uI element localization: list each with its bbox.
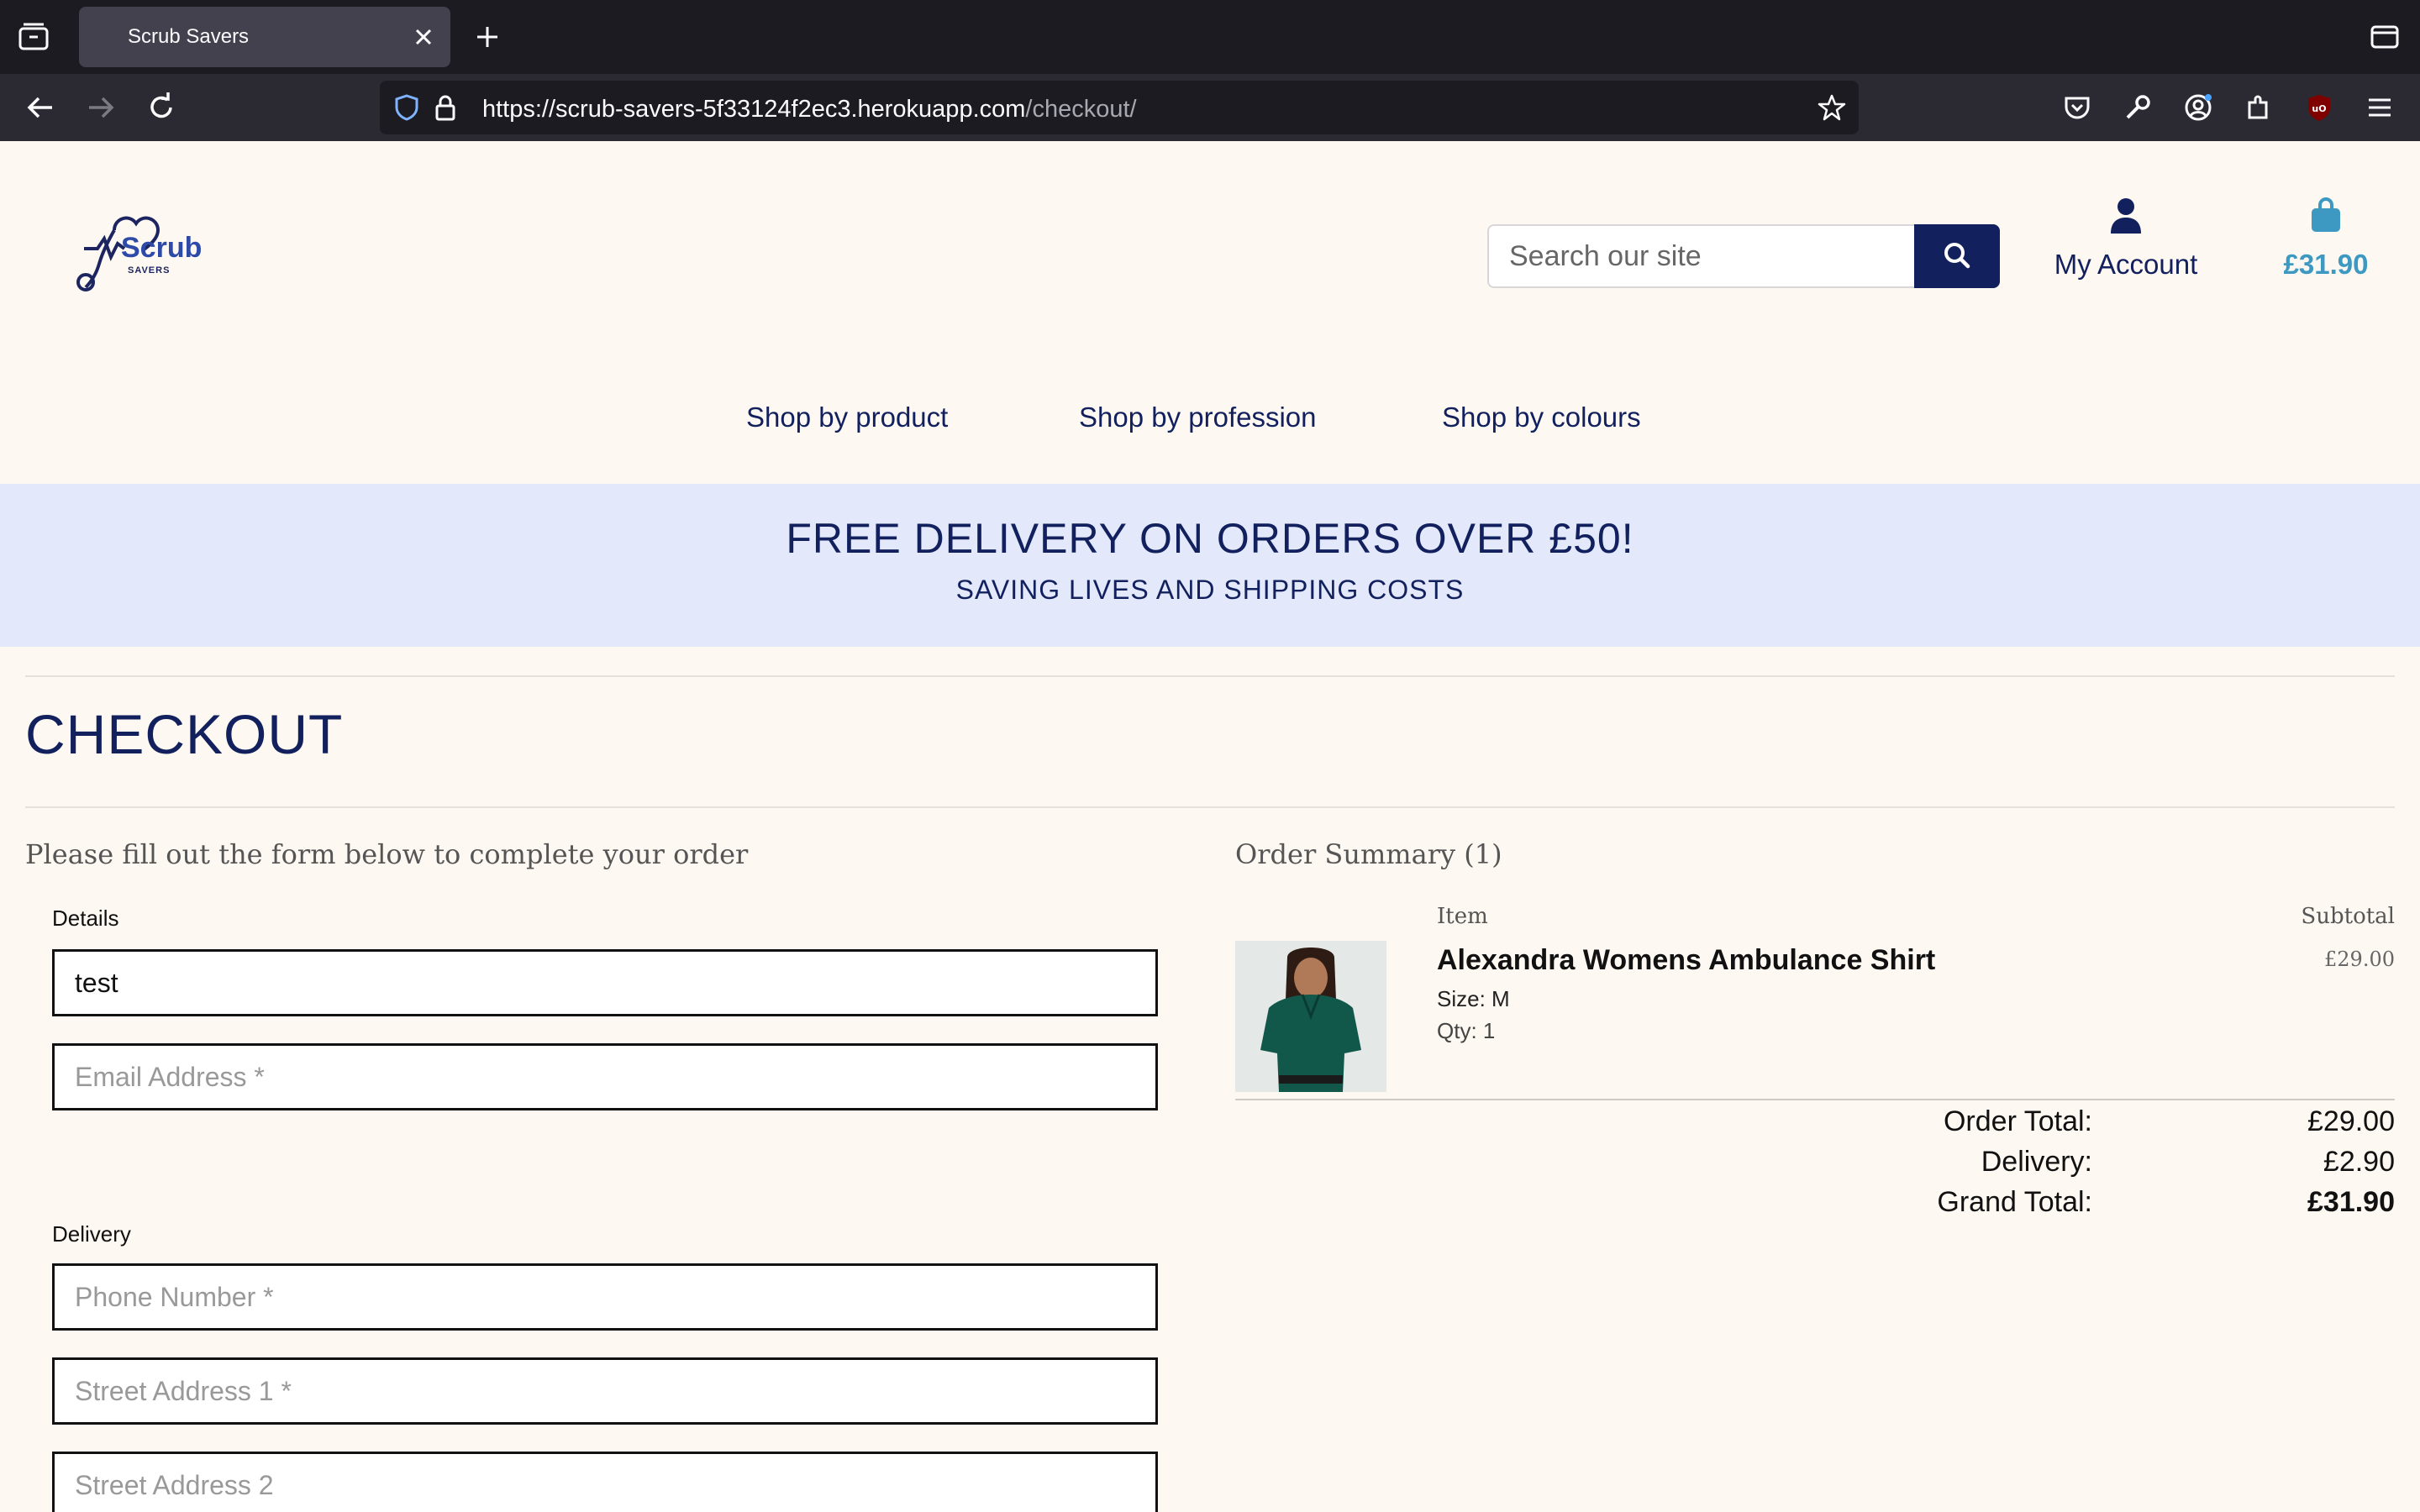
account-label: My Account: [2054, 249, 2198, 280]
column-subtotal-header: Subtotal: [2301, 904, 2395, 929]
browser-nav-bar: https://scrub-savers-5f33124f2ec3.heroku…: [0, 74, 2420, 141]
search-button[interactable]: [1914, 224, 2000, 288]
shopping-bag-icon: [2312, 197, 2340, 232]
reload-icon[interactable]: [145, 91, 178, 124]
url-bar[interactable]: https://scrub-savers-5f33124f2ec3.heroku…: [380, 81, 1859, 134]
browser-tab-bar: Scrub Savers: [0, 0, 2420, 74]
shopping-bag-link[interactable]: £31.90: [2269, 197, 2420, 297]
banner-subtitle: SAVING LIVES AND SHIPPING COSTS: [955, 575, 1465, 605]
form-intro: Please fill out the form below to comple…: [25, 838, 749, 870]
ublock-icon[interactable]: uO: [2302, 91, 2336, 124]
delivery-label: Delivery: [52, 1221, 131, 1247]
wrench-icon[interactable]: [2121, 91, 2154, 124]
banner-title: FREE DELIVERY ON ORDERS OVER £50!: [786, 515, 1634, 562]
delivery-cost-label: Delivery:: [1981, 1146, 2092, 1178]
grand-total-value: £31.90: [2307, 1186, 2395, 1218]
delivery-cost-value: £2.90: [2323, 1146, 2395, 1178]
full-name-field[interactable]: [52, 949, 1158, 1016]
nav-shop-by-profession[interactable]: Shop by profession: [1079, 402, 1317, 433]
svg-text:uO: uO: [2312, 103, 2326, 114]
star-bookmark-icon[interactable]: [1817, 92, 1847, 123]
lock-icon[interactable]: [430, 92, 460, 123]
divider: [25, 806, 2395, 808]
column-item-header: Item: [1437, 904, 1488, 929]
logo-subtext: SAVERS: [128, 265, 171, 276]
phone-field[interactable]: [52, 1263, 1158, 1331]
grand-total-label: Grand Total:: [1937, 1186, 2092, 1218]
site-page: Scrub SAVERS My Account £31.90 Shop by p…: [0, 141, 2420, 1512]
main-nav: Shop by product Shop by profession Shop …: [0, 402, 2420, 452]
forward-arrow-icon[interactable]: [84, 91, 118, 124]
product-name[interactable]: Alexandra Womens Ambulance Shirt: [1437, 944, 1935, 977]
delivery-banner: FREE DELIVERY ON ORDERS OVER £50! SAVING…: [0, 484, 2420, 647]
details-label: Details: [52, 906, 119, 931]
hamburger-menu-icon[interactable]: [2363, 91, 2396, 124]
user-icon: [2111, 198, 2141, 234]
product-size: Size: M: [1437, 986, 1510, 1011]
bag-total: £31.90: [2283, 249, 2369, 280]
search-icon: [1944, 242, 1970, 268]
logo-text: Scrub: [121, 232, 203, 264]
product-image: [1235, 941, 1386, 1092]
email-field[interactable]: [52, 1043, 1158, 1110]
summary-divider: [1235, 1099, 2395, 1100]
extensions-puzzle-icon[interactable]: [2242, 91, 2275, 124]
pocket-icon[interactable]: [2060, 91, 2094, 124]
window-list-icon[interactable]: [2370, 24, 2400, 50]
site-search: [1487, 224, 2000, 288]
account-circle-icon[interactable]: [2181, 91, 2215, 124]
product-subtotal: £29.00: [2324, 948, 2395, 971]
order-total-label: Order Total:: [1943, 1105, 2092, 1137]
url-text: https://scrub-savers-5f33124f2ec3.heroku…: [482, 96, 1137, 123]
back-arrow-icon[interactable]: [24, 91, 57, 124]
site-logo[interactable]: Scrub SAVERS: [74, 202, 208, 294]
divider: [25, 675, 2395, 677]
close-icon[interactable]: [412, 25, 435, 49]
page-title: CHECKOUT: [25, 703, 344, 765]
tab-list-icon[interactable]: [17, 22, 50, 52]
street-address-1-field[interactable]: [52, 1357, 1158, 1425]
product-qty: Qty: 1: [1437, 1018, 1496, 1043]
shield-icon[interactable]: [392, 92, 422, 123]
street-address-2-field[interactable]: [52, 1452, 1158, 1512]
browser-tab-active[interactable]: Scrub Savers: [79, 7, 450, 67]
my-account-link[interactable]: My Account: [2042, 197, 2210, 297]
search-input[interactable]: [1487, 224, 1916, 288]
nav-shop-by-product[interactable]: Shop by product: [746, 402, 948, 433]
order-total-value: £29.00: [2307, 1105, 2395, 1137]
order-summary-title: Order Summary (1): [1235, 838, 1502, 870]
tab-title: Scrub Savers: [128, 25, 250, 48]
product-photo-shirt: [1235, 941, 1386, 1092]
new-tab-icon[interactable]: [472, 22, 502, 52]
nav-shop-by-colours[interactable]: Shop by colours: [1442, 402, 1641, 433]
